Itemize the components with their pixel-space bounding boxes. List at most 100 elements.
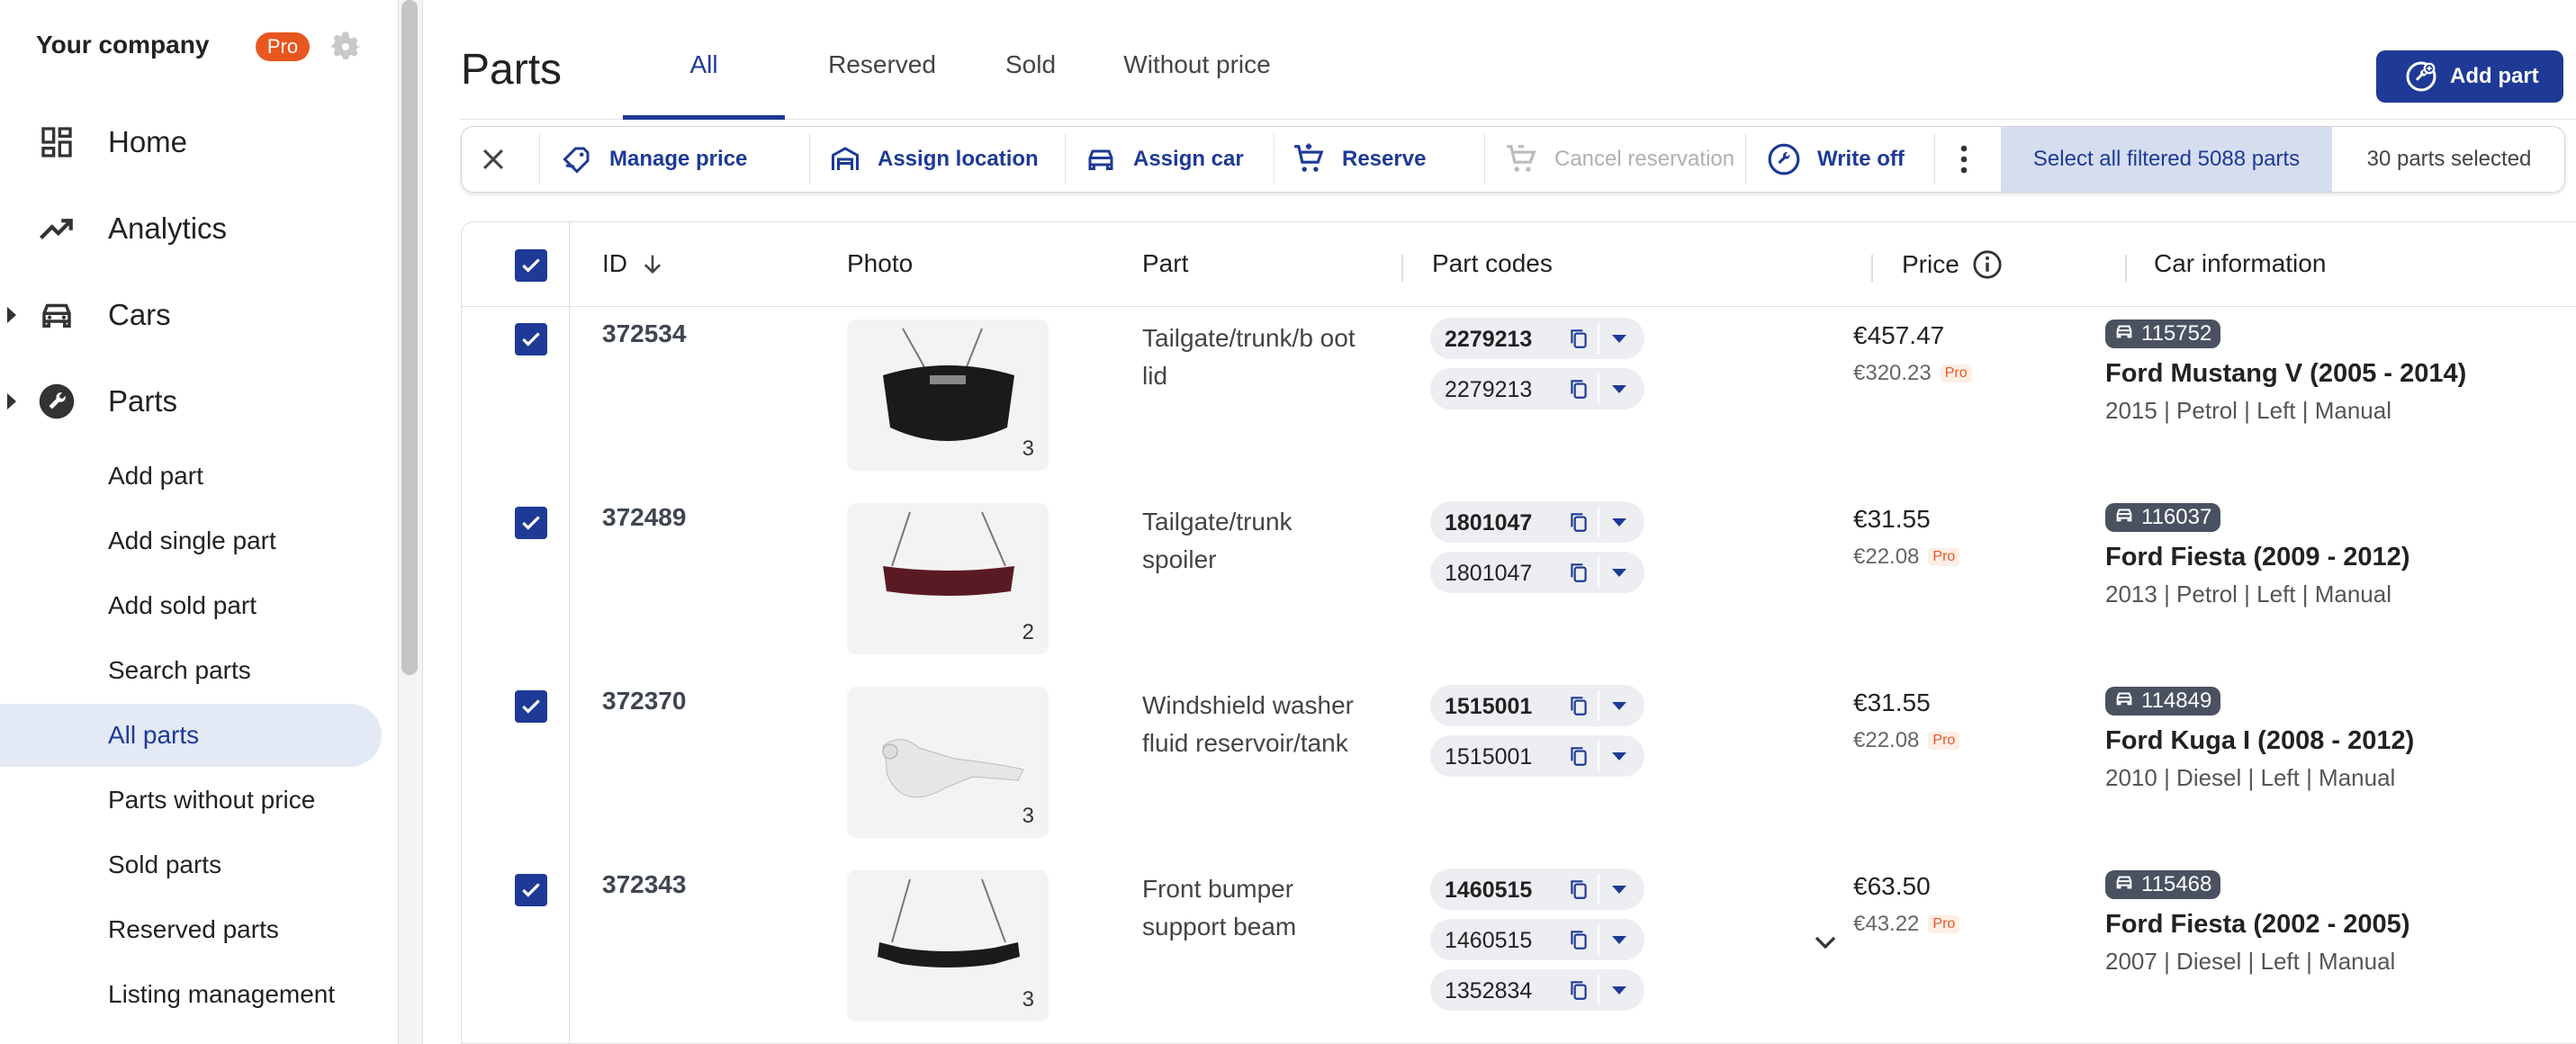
chevron-down-icon[interactable] xyxy=(1612,335,1626,343)
clear-selection-button[interactable] xyxy=(478,127,509,192)
reserve-button[interactable]: Reserve xyxy=(1292,127,1426,192)
table-row[interactable]: 372343 3 Front bumper support beam 14605… xyxy=(462,858,2576,1041)
chevron-down-icon[interactable] xyxy=(1612,986,1626,994)
sidebar-item-add-part[interactable]: Add part xyxy=(0,445,382,508)
main-content: Parts All Reserved Sold Without price Ad… xyxy=(423,0,2576,1044)
expand-caret-icon[interactable] xyxy=(7,307,16,323)
nav-analytics[interactable]: Analytics xyxy=(0,193,398,265)
tab-reserved[interactable]: Reserved xyxy=(801,50,963,121)
row-checkbox[interactable] xyxy=(515,507,547,539)
chevron-down-icon[interactable] xyxy=(1612,385,1626,393)
copy-icon[interactable] xyxy=(1567,744,1590,768)
sidebar-item-reserved-parts[interactable]: Reserved parts xyxy=(0,898,382,961)
expand-codes-icon[interactable] xyxy=(1812,933,1839,951)
column-header-part[interactable]: Part xyxy=(1142,249,1188,278)
copy-icon[interactable] xyxy=(1567,878,1590,901)
part-photo[interactable]: 3 xyxy=(847,687,1049,838)
pro-tag: Pro xyxy=(1940,364,1972,382)
nav-home[interactable]: Home xyxy=(0,106,398,178)
gear-icon[interactable] xyxy=(326,27,365,67)
column-header-price[interactable]: Price xyxy=(1902,249,2003,280)
sidebar-item-sold-parts[interactable]: Sold parts xyxy=(0,833,382,896)
part-code: 1352834 xyxy=(1445,978,1533,1004)
chevron-down-icon[interactable] xyxy=(1612,886,1626,894)
row-checkbox[interactable] xyxy=(515,323,547,356)
pro-tag: Pro xyxy=(1928,915,1960,933)
nav-cars[interactable]: Cars xyxy=(0,279,398,351)
sidebar-item-search-parts[interactable]: Search parts xyxy=(0,639,382,702)
add-part-icon xyxy=(2406,61,2436,92)
photo-count: 3 xyxy=(1022,987,1034,1012)
sort-descending-icon[interactable] xyxy=(640,251,665,276)
chevron-down-icon[interactable] xyxy=(1612,569,1626,577)
sidebar-scrollbar-thumb[interactable] xyxy=(401,0,418,675)
column-header-part-codes[interactable]: Part codes xyxy=(1432,249,1553,278)
more-actions-button[interactable] xyxy=(1958,127,1970,192)
check-icon xyxy=(522,883,540,897)
write-off-icon xyxy=(1768,143,1800,176)
copy-icon[interactable] xyxy=(1567,561,1590,584)
info-icon[interactable] xyxy=(1972,249,2003,280)
write-off-button[interactable]: Write off xyxy=(1767,127,1905,192)
copy-icon[interactable] xyxy=(1567,377,1590,400)
column-header-car-information[interactable]: Car information xyxy=(2154,249,2326,278)
select-all-checkbox[interactable] xyxy=(515,249,547,282)
part-id[interactable]: 372370 xyxy=(602,687,686,716)
part-photo[interactable]: 2 xyxy=(847,503,1049,654)
column-header-id[interactable]: ID xyxy=(602,249,665,278)
tab-sold[interactable]: Sold xyxy=(972,50,1089,121)
part-photo[interactable]: 3 xyxy=(847,320,1049,471)
part-photo[interactable]: 3 xyxy=(847,870,1049,1022)
expand-caret-icon[interactable] xyxy=(7,393,16,410)
car-id-badge[interactable]: 114849 xyxy=(2105,687,2221,716)
sidebar-item-add-single-part[interactable]: Add single part xyxy=(0,509,382,572)
add-part-button[interactable]: Add part xyxy=(2376,50,2563,103)
copy-icon[interactable] xyxy=(1567,510,1590,534)
select-all-filtered-button[interactable]: Select all filtered 5088 parts xyxy=(2001,127,2332,192)
manage-price-button[interactable]: Manage price xyxy=(561,127,747,192)
cart-remove-icon xyxy=(1507,145,1536,172)
part-name: Tailgate/trunk spoiler xyxy=(1142,508,1293,573)
chevron-down-icon[interactable] xyxy=(1612,518,1626,526)
table-row[interactable]: 372370 3 Windshield washer fluid reservo… xyxy=(462,674,2576,858)
tab-without-price[interactable]: Without price xyxy=(1098,50,1296,121)
cancel-reservation-button[interactable]: Cancel reservation xyxy=(1504,127,1734,192)
part-id[interactable]: 372343 xyxy=(602,870,686,899)
copy-icon[interactable] xyxy=(1567,694,1590,717)
sidebar-item-listing-management[interactable]: Listing management xyxy=(0,963,382,1026)
car-id: 116037 xyxy=(2141,505,2212,529)
sidebar-item-all-parts[interactable]: All parts xyxy=(0,704,382,767)
car-id-badge[interactable]: 116037 xyxy=(2105,503,2221,532)
chevron-down-icon[interactable] xyxy=(1612,702,1626,710)
copy-icon[interactable] xyxy=(1567,978,1590,1002)
table-row[interactable]: 372534 3 Tailgate/trunk/b oot lid 227921… xyxy=(462,307,2576,490)
chevron-down-icon[interactable] xyxy=(1612,752,1626,760)
assign-car-button[interactable]: Assign car xyxy=(1085,127,1244,192)
car-id: 115468 xyxy=(2141,872,2212,896)
car-icon xyxy=(1088,149,1113,170)
tab-all[interactable]: All xyxy=(623,50,785,121)
copy-icon[interactable] xyxy=(1567,327,1590,350)
part-id[interactable]: 372534 xyxy=(602,320,686,348)
nav-parts[interactable]: Parts xyxy=(0,365,398,437)
copy-icon[interactable] xyxy=(1567,928,1590,951)
chevron-down-icon[interactable] xyxy=(1612,936,1626,944)
car-id-badge[interactable]: 115752 xyxy=(2105,320,2221,348)
check-icon xyxy=(522,258,540,273)
row-checkbox[interactable] xyxy=(515,874,547,906)
car-icon xyxy=(2114,872,2134,898)
row-checkbox[interactable] xyxy=(515,690,547,723)
table-row[interactable]: 372489 2 Tailgate/trunk spoiler 1801047 xyxy=(462,490,2576,674)
pro-price: €320.23 xyxy=(1853,361,1932,385)
assign-location-button[interactable]: Assign location xyxy=(829,127,1039,192)
car-icon xyxy=(36,294,77,336)
more-vertical-icon xyxy=(1960,145,1968,174)
column-label: Part xyxy=(1142,249,1189,277)
sidebar-item-parts-without-price[interactable]: Parts without price xyxy=(0,769,382,832)
part-name: Windshield washer fluid reservoir/tank xyxy=(1142,691,1354,757)
sidebar-item-add-sold-part[interactable]: Add sold part xyxy=(0,574,382,637)
pro-tag: Pro xyxy=(1928,548,1960,566)
sidebar-item-label: Add sold part xyxy=(108,591,257,619)
car-id-badge[interactable]: 115468 xyxy=(2105,870,2221,899)
part-id[interactable]: 372489 xyxy=(602,503,686,532)
